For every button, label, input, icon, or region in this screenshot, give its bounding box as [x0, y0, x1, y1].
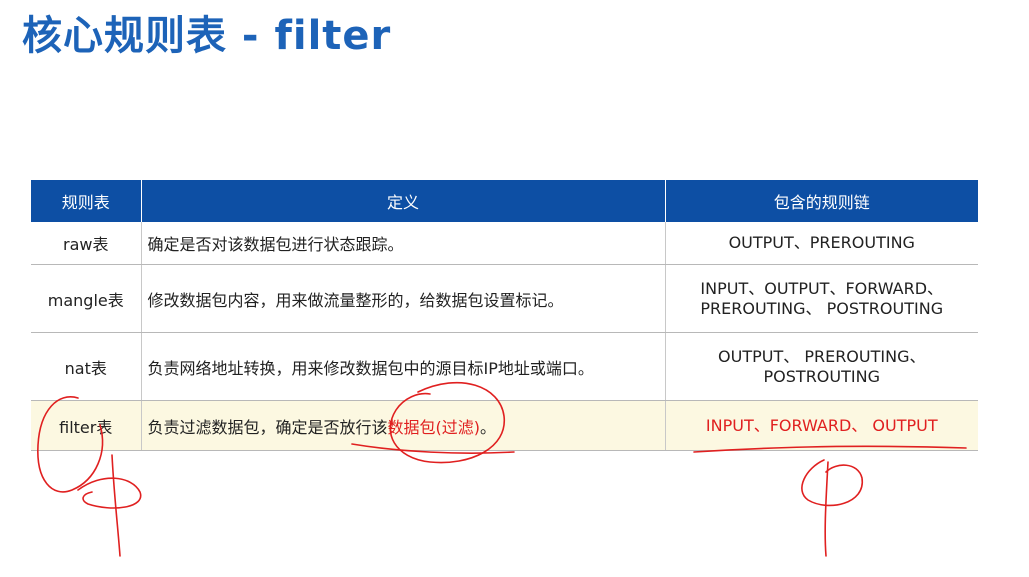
definition-text: 负责过滤数据包，确定是否放行该	[147, 417, 388, 437]
definition-cell: 负责网络地址转换，用来修改数据包中的源目标IP地址或端口。	[141, 332, 666, 401]
annotation-glyph-left	[77, 477, 142, 509]
annotation-glyph-right	[801, 459, 863, 507]
definition-highlight: 数据包(过滤)	[387, 417, 481, 437]
chains-line: OUTPUT、PREROUTING	[728, 233, 915, 252]
table-header-row: 规则表 定义 包含的规则链	[31, 180, 978, 222]
chains-cell: INPUT、OUTPUT、FORWARD、 PREROUTING、 POSTRO…	[665, 264, 978, 333]
chains-cell: OUTPUT、 PREROUTING、 POSTROUTING	[665, 332, 978, 401]
rules-table: 规则表 定义 包含的规则链 raw表 确定是否对该数据包进行状态跟踪。 OUTP…	[31, 180, 978, 451]
chains-line: INPUT、FORWARD、 OUTPUT	[705, 415, 938, 435]
table-row-filter: filter表 负责过滤数据包，确定是否放行该数据包(过滤)。 INPUT、FO…	[31, 400, 978, 451]
definition-text-end: 。	[480, 417, 497, 437]
chains-line: POSTROUTING	[763, 366, 880, 386]
chains-line: INPUT、OUTPUT、FORWARD、	[700, 278, 944, 298]
header-chains: 包含的规则链	[665, 180, 978, 222]
definition-cell: 负责过滤数据包，确定是否放行该数据包(过滤)。	[141, 400, 666, 451]
annotation-stroke-right	[824, 461, 829, 557]
table-name-cell: raw表	[31, 222, 142, 265]
table-row-nat: nat表 负责网络地址转换，用来修改数据包中的源目标IP地址或端口。 OUTPU…	[31, 332, 978, 401]
header-table-name: 规则表	[31, 180, 142, 222]
table-name-cell: nat表	[31, 332, 142, 401]
chains-line: PREROUTING、 POSTROUTING	[700, 298, 944, 318]
table-name-cell: mangle表	[31, 264, 142, 333]
chains-line: OUTPUT、 PREROUTING、	[718, 346, 926, 366]
table-row-raw: raw表 确定是否对该数据包进行状态跟踪。 OUTPUT、PREROUTING	[31, 222, 978, 265]
definition-cell: 修改数据包内容，用来做流量整形的，给数据包设置标记。	[141, 264, 666, 333]
chains-cell: OUTPUT、PREROUTING	[665, 222, 978, 265]
definition-cell: 确定是否对该数据包进行状态跟踪。	[141, 222, 666, 265]
slide-title: 核心规则表 - filter	[22, 13, 392, 59]
table-name-cell: filter表	[31, 400, 142, 451]
chains-cell-highlighted: INPUT、FORWARD、 OUTPUT	[665, 400, 978, 451]
header-definition: 定义	[141, 180, 666, 222]
table-row-mangle: mangle表 修改数据包内容，用来做流量整形的，给数据包设置标记。 INPUT…	[31, 264, 978, 333]
annotation-stroke-left	[111, 454, 121, 557]
